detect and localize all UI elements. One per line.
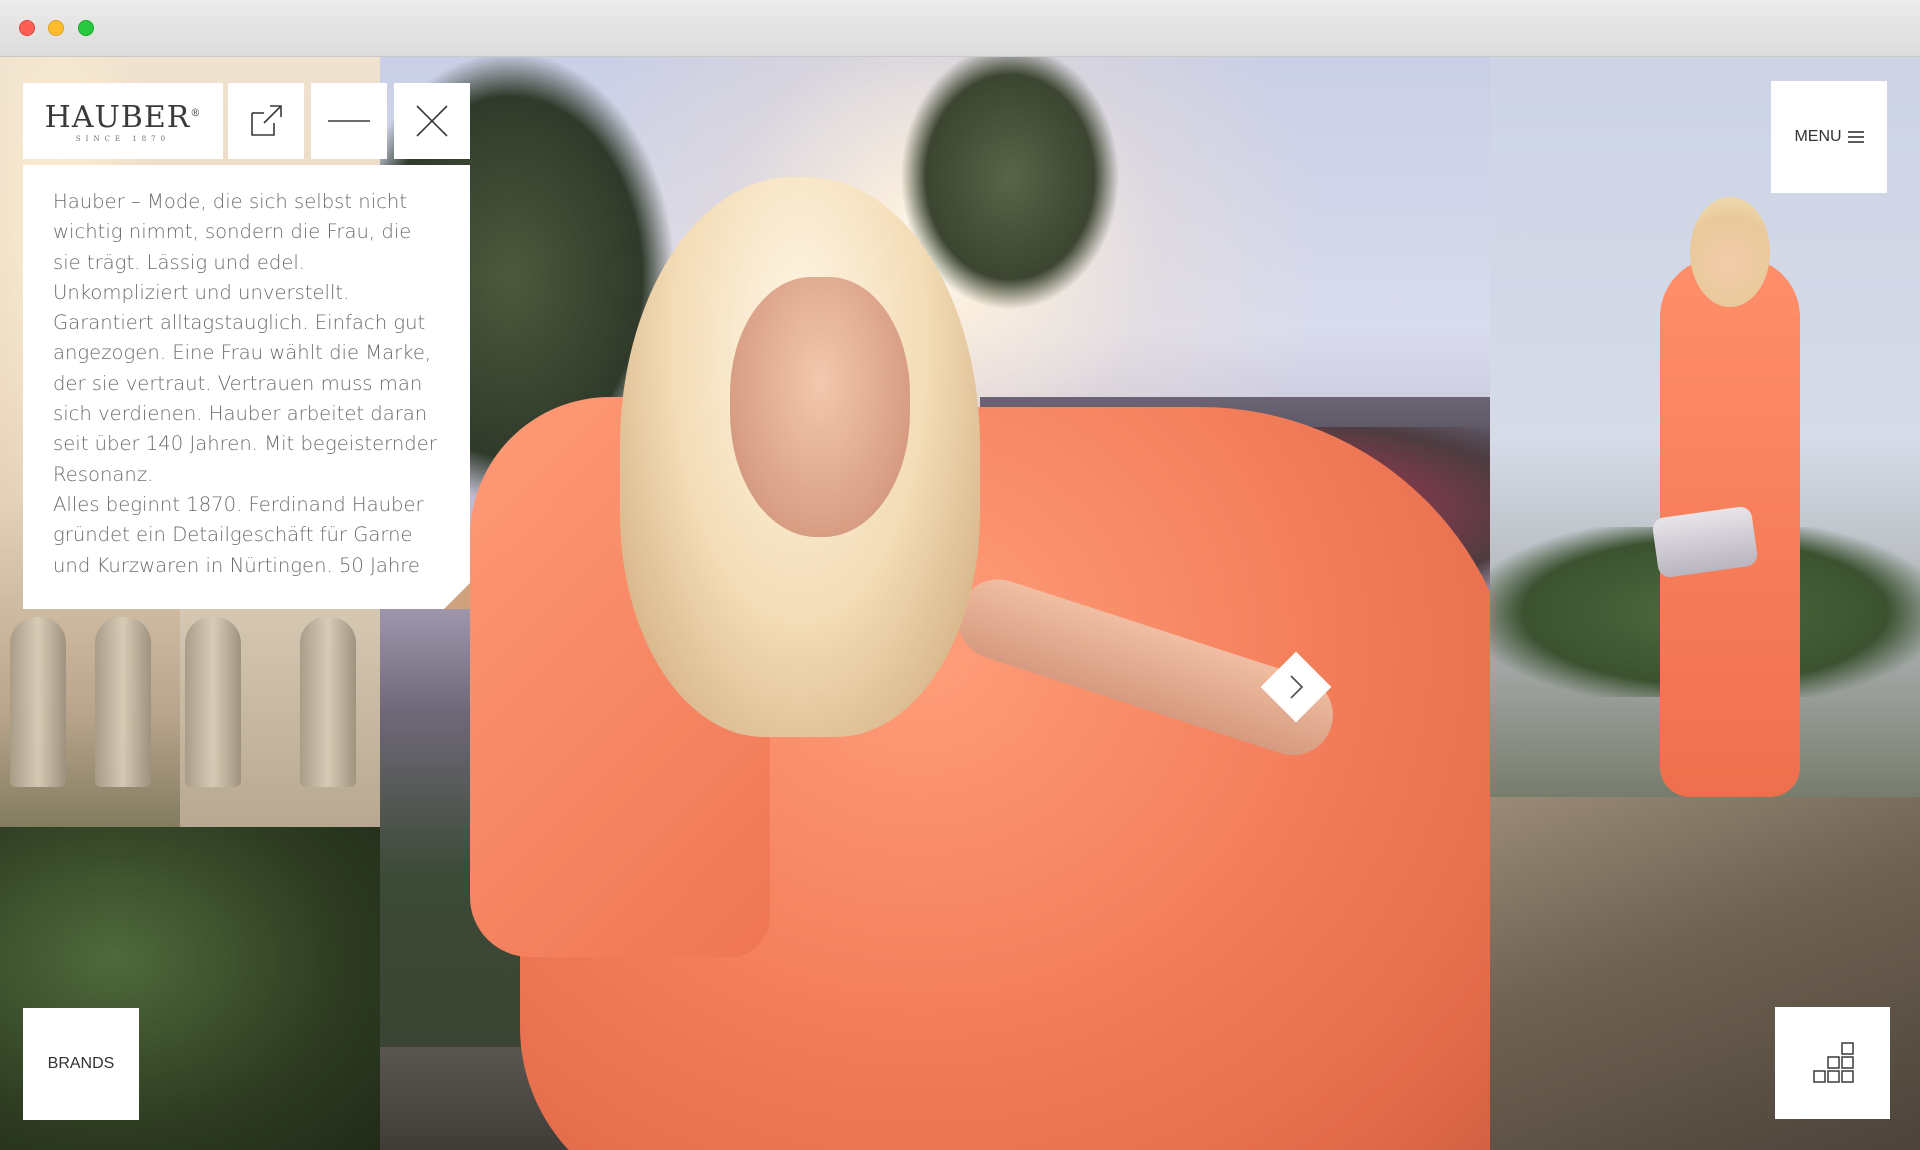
minimize-window-button[interactable] bbox=[48, 20, 64, 36]
baluster bbox=[185, 617, 241, 787]
logo-tagline: SINCE 1870 bbox=[75, 135, 171, 143]
hamburger-icon bbox=[1847, 131, 1864, 143]
chevron-right-icon bbox=[1290, 675, 1304, 699]
gallery-grid-button[interactable] bbox=[1775, 1007, 1890, 1119]
logo-wordmark: HAUBER bbox=[44, 100, 191, 135]
registered-mark: ® bbox=[190, 108, 202, 119]
corner-fold bbox=[444, 583, 470, 609]
external-link-icon bbox=[251, 105, 282, 136]
baluster bbox=[10, 617, 66, 787]
open-external-button[interactable] bbox=[228, 83, 304, 159]
brands-label: BRANDS bbox=[47, 1055, 115, 1072]
menu-button[interactable]: MENU bbox=[1771, 81, 1887, 193]
standing-model-head bbox=[1690, 197, 1770, 307]
brand-logo[interactable]: HAUBER® SINCE 1870 bbox=[23, 83, 223, 159]
baluster bbox=[300, 617, 356, 787]
grid-stack-icon bbox=[1812, 1042, 1854, 1083]
minimize-icon bbox=[328, 120, 370, 122]
close-panel-button[interactable] bbox=[394, 83, 470, 159]
window-titlebar bbox=[0, 0, 1920, 57]
model-face bbox=[730, 277, 910, 537]
intro-paragraph: Hauber – Mode, die sich selbst nicht wic… bbox=[53, 190, 437, 486]
history-paragraph: Alles beginnt 1870. Ferdinand Hauber grü… bbox=[53, 492, 424, 577]
maximize-window-button[interactable] bbox=[78, 20, 94, 36]
close-window-button[interactable] bbox=[19, 20, 35, 36]
brands-button[interactable]: BRANDS bbox=[23, 1008, 139, 1120]
intro-text-panel[interactable]: Hauber – Mode, die sich selbst nicht wic… bbox=[23, 165, 470, 609]
minimize-panel-button[interactable] bbox=[311, 83, 387, 159]
baluster bbox=[95, 617, 151, 787]
menu-label: MENU bbox=[1794, 128, 1842, 145]
close-icon bbox=[416, 105, 448, 137]
page-viewport: HAUBER® SINCE 1870 Hauber – Mode, die si… bbox=[0, 57, 1920, 1150]
